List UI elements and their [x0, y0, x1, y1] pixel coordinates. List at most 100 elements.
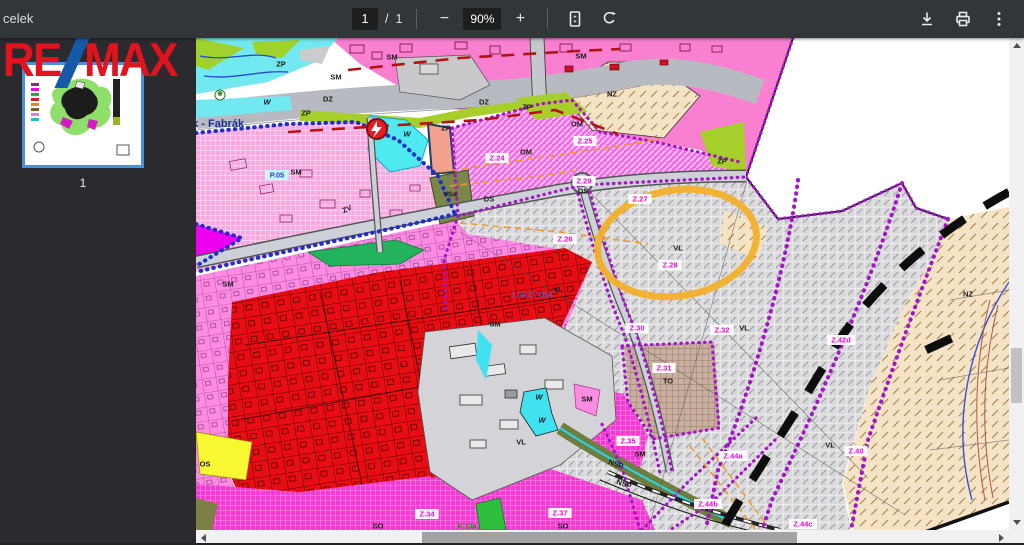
- map-label: DS: [484, 195, 494, 204]
- svg-text:ZP: ZP: [441, 124, 451, 133]
- zoom-in-button[interactable]: +: [507, 6, 533, 32]
- thumbnail-sidebar: RE MAX: [0, 38, 196, 545]
- svg-text:DZ: DZ: [323, 95, 333, 104]
- map-label: SO: [373, 522, 384, 531]
- fit-page-icon[interactable]: [562, 6, 588, 32]
- zoom-level-input[interactable]: 90%: [463, 8, 501, 30]
- map-label: OM: [520, 148, 532, 157]
- vertical-scrollbar[interactable]: [1009, 38, 1024, 530]
- svg-text:Z.24: Z.24: [489, 154, 505, 163]
- document-title: celek: [3, 11, 33, 26]
- svg-text:VL: VL: [516, 438, 526, 447]
- svg-text:SM: SM: [290, 168, 301, 177]
- zone-label: Z.26: [553, 234, 576, 244]
- more-options-icon[interactable]: [986, 6, 1012, 32]
- svg-text:SO: SO: [373, 522, 384, 531]
- map-label: SM: [222, 280, 233, 289]
- thumbnail-legend-right: [113, 79, 120, 123]
- scroll-down-arrow-icon[interactable]: [1009, 515, 1024, 530]
- svg-text:NZ: NZ: [963, 290, 973, 299]
- svg-text:W: W: [263, 98, 271, 107]
- zone-label: Z.34: [415, 509, 438, 519]
- map-label: W: [535, 393, 543, 402]
- map-label: ZP: [717, 157, 727, 166]
- zoom-out-button[interactable]: −: [431, 6, 457, 32]
- map-label: 1.04.07.054: [511, 291, 554, 300]
- zone-label: Z.30: [625, 323, 648, 333]
- download-icon[interactable]: [914, 6, 940, 32]
- svg-text:DZ: DZ: [479, 98, 489, 107]
- svg-text:ZP: ZP: [522, 103, 532, 112]
- map-label: SM: [581, 395, 592, 404]
- zone-label: Z.44c: [789, 519, 817, 529]
- pdf-viewer-window: celek 1 / 1 − 90% +: [0, 0, 1024, 545]
- page-total: 1: [395, 12, 402, 26]
- zone-label: Z.31: [652, 363, 675, 373]
- map-label: SM: [489, 320, 500, 329]
- map-label: ZP: [276, 60, 286, 69]
- svg-text:P.05: P.05: [270, 171, 284, 180]
- map-label: VL: [825, 441, 835, 450]
- svg-text:Z.44b: Z.44b: [698, 500, 718, 509]
- svg-text:VL: VL: [825, 441, 835, 450]
- svg-text:SM: SM: [222, 280, 233, 289]
- vertical-scrollbar-thumb[interactable]: [1011, 348, 1022, 403]
- svg-text:DS: DS: [484, 195, 494, 204]
- map-label: ZP: [301, 109, 311, 118]
- svg-text:1.04.07.054: 1.04.07.054: [511, 291, 554, 300]
- rotate-icon[interactable]: [596, 6, 622, 32]
- svg-text:ZP: ZP: [276, 60, 286, 69]
- svg-text:SM: SM: [330, 73, 341, 82]
- scroll-up-arrow-icon[interactable]: [1009, 38, 1024, 53]
- zone-label: Z.29: [572, 176, 595, 186]
- map-label: OM: [571, 120, 583, 129]
- map-label: VL: [553, 285, 563, 294]
- svg-text:Z.28: Z.28: [662, 261, 677, 270]
- page-thumbnail[interactable]: [22, 62, 144, 168]
- zone-label: Z.27: [628, 194, 651, 204]
- page-number-input[interactable]: 1: [352, 8, 378, 30]
- map-label: DS: [578, 187, 588, 196]
- zone-label: Z.35: [616, 436, 639, 446]
- toolbar-right-controls: [914, 0, 1012, 38]
- svg-text:OM: OM: [571, 120, 583, 129]
- map-label: SM: [575, 52, 586, 61]
- map-label: TO: [663, 377, 673, 386]
- print-icon[interactable]: [950, 6, 976, 32]
- map-label: SM: [330, 73, 341, 82]
- svg-text:Z.44a: Z.44a: [723, 452, 743, 461]
- toolbar-divider: [547, 9, 548, 29]
- svg-text:W: W: [535, 393, 543, 402]
- map-label: ký rybník - Fabrák: [196, 118, 245, 130]
- zone-label: Z.44a: [719, 451, 747, 461]
- zone-label: Z.40: [844, 446, 867, 456]
- map-label: SO: [558, 522, 569, 531]
- zone-label: Z.25: [573, 136, 596, 146]
- toolbar-divider: [416, 9, 417, 29]
- location-marker-icon: [367, 119, 387, 139]
- map-label: ZP: [441, 124, 451, 133]
- svg-text:SM: SM: [575, 52, 586, 61]
- horizontal-scrollbar-thumb[interactable]: [422, 532, 797, 543]
- svg-text:OM: OM: [520, 148, 532, 157]
- svg-text:Z.29: Z.29: [576, 177, 591, 186]
- svg-text:Z.32: Z.32: [714, 326, 729, 335]
- zone-label: Z.32: [710, 325, 733, 335]
- map-label: VL: [516, 438, 526, 447]
- svg-text:Z.35: Z.35: [620, 437, 635, 446]
- zone-label: Z.42d: [827, 335, 855, 345]
- svg-text:Z.44c: Z.44c: [793, 520, 812, 529]
- svg-text:ZP: ZP: [717, 157, 727, 166]
- map-label: SM: [290, 168, 301, 177]
- svg-text:Z.25: Z.25: [577, 137, 592, 146]
- map-label: NZ: [963, 290, 973, 299]
- svg-text:NZ: NZ: [607, 90, 617, 99]
- zone-label: Z.28: [658, 260, 681, 270]
- svg-text:Z.40: Z.40: [848, 447, 863, 456]
- map-label: W: [538, 416, 546, 425]
- pdf-page-viewport: Z.24 Z.25 Z.26 Z.27 Z.28 Z.29 Z.30 Z.31 Z.32 Z.34…: [196, 38, 1024, 545]
- svg-text:Z.34: Z.34: [419, 510, 435, 519]
- map-label: NZ: [607, 90, 617, 99]
- svg-text:VSa: VSa: [443, 190, 458, 199]
- svg-text:DS: DS: [578, 187, 588, 196]
